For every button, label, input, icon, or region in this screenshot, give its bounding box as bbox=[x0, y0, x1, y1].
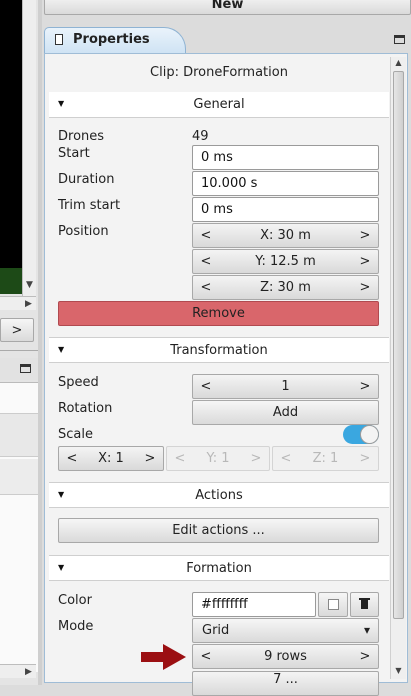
delete-color-button[interactable] bbox=[350, 592, 379, 617]
maximize-icon[interactable] bbox=[394, 35, 405, 44]
scale-y-value: Y: 1 bbox=[206, 451, 230, 466]
drones-value: 49 bbox=[192, 129, 209, 144]
scale-x-stepper[interactable]: < X: 1 > bbox=[58, 446, 164, 471]
general-title: General bbox=[193, 97, 245, 112]
left-panel-divider bbox=[0, 350, 38, 351]
drones-label: Drones bbox=[58, 129, 105, 144]
increment-icon[interactable]: > bbox=[139, 447, 161, 470]
left-dock: ▼ ▶ > ▶ bbox=[0, 0, 38, 685]
decrement-icon: < bbox=[280, 451, 292, 466]
position-x-value: X: 30 m bbox=[260, 228, 311, 243]
scroll-down-icon[interactable]: ▼ bbox=[23, 278, 36, 292]
transformation-section-header[interactable]: ▼ Transformation bbox=[49, 337, 389, 363]
general-section-header[interactable]: ▼ General bbox=[49, 92, 389, 118]
formation-title: Formation bbox=[186, 561, 252, 576]
decrement-icon[interactable]: < bbox=[195, 276, 217, 299]
color-swatch bbox=[328, 599, 339, 610]
position-x-stepper[interactable]: < X: 30 m > bbox=[192, 223, 379, 248]
mode-value: Grid bbox=[202, 623, 230, 638]
scroll-right-icon[interactable]: ▶ bbox=[22, 665, 35, 679]
actions-title: Actions bbox=[195, 488, 243, 503]
panel-vscrollbar[interactable]: ▲ ▼ bbox=[390, 57, 406, 679]
dock-splitter[interactable] bbox=[38, 0, 42, 685]
scale-z-stepper: < Z: 1 > bbox=[272, 446, 379, 471]
trim-start-label: Trim start bbox=[58, 198, 121, 213]
start-input[interactable]: 0 ms bbox=[192, 145, 379, 170]
rotation-add-button[interactable]: Add bbox=[192, 400, 379, 425]
partial-stepper[interactable]: 7 ... bbox=[192, 671, 379, 696]
left-panel-header bbox=[0, 358, 38, 380]
speed-stepper[interactable]: < 1 > bbox=[192, 374, 379, 399]
new-button[interactable]: New bbox=[44, 0, 411, 15]
left-list-row[interactable] bbox=[0, 459, 38, 495]
speed-label: Speed bbox=[58, 375, 99, 390]
mode-dropdown[interactable]: Grid ▾ bbox=[192, 618, 379, 643]
duration-input[interactable]: 10.000 s bbox=[192, 171, 379, 196]
position-y-value: Y: 12.5 m bbox=[255, 254, 316, 269]
mode-label: Mode bbox=[58, 619, 94, 634]
position-label: Position bbox=[58, 224, 109, 239]
decrement-icon[interactable]: < bbox=[195, 645, 217, 668]
properties-tab[interactable]: Properties bbox=[44, 27, 186, 53]
rows-stepper[interactable]: < 9 rows > bbox=[192, 644, 379, 669]
annotation-arrow-icon bbox=[141, 644, 186, 670]
toggle-knob bbox=[360, 425, 379, 444]
left-list-row[interactable] bbox=[0, 413, 38, 457]
scroll-thumb[interactable] bbox=[393, 71, 404, 619]
decrement-icon[interactable]: < bbox=[195, 224, 217, 247]
position-y-stepper[interactable]: < Y: 12.5 m > bbox=[192, 249, 379, 274]
trash-lid bbox=[359, 598, 370, 600]
left-panel-content bbox=[0, 382, 38, 672]
scroll-down-icon[interactable]: ▼ bbox=[391, 665, 406, 677]
increment-icon[interactable]: > bbox=[354, 224, 376, 247]
properties-tab-label: Properties bbox=[73, 32, 150, 47]
decrement-icon[interactable]: < bbox=[61, 447, 83, 470]
trim-start-input[interactable]: 0 ms bbox=[192, 197, 379, 222]
scroll-right-icon[interactable]: ▶ bbox=[22, 297, 35, 311]
increment-icon[interactable]: > bbox=[354, 645, 376, 668]
left-next-button[interactable]: > bbox=[0, 318, 34, 342]
color-label: Color bbox=[58, 593, 92, 608]
left-bottom-scroll[interactable]: ▶ bbox=[0, 664, 36, 678]
color-input[interactable]: #ffffffff bbox=[192, 592, 316, 617]
increment-icon: > bbox=[250, 451, 262, 466]
scroll-up-icon[interactable]: ▲ bbox=[391, 57, 406, 69]
increment-icon[interactable]: > bbox=[354, 250, 376, 273]
transformation-title: Transformation bbox=[170, 343, 268, 358]
viewport-green-strip bbox=[0, 268, 22, 294]
increment-icon: > bbox=[359, 451, 371, 466]
partial-value: 7 ... bbox=[273, 672, 298, 687]
maximize-icon[interactable] bbox=[20, 364, 31, 373]
rotation-label: Rotation bbox=[58, 401, 113, 416]
position-z-stepper[interactable]: < Z: 30 m > bbox=[192, 275, 379, 300]
decrement-icon: < bbox=[174, 451, 186, 466]
speed-value: 1 bbox=[281, 379, 290, 394]
decrement-icon[interactable]: < bbox=[195, 375, 217, 398]
actions-section-header[interactable]: ▼ Actions bbox=[49, 482, 389, 508]
scale-y-stepper: < Y: 1 > bbox=[166, 446, 270, 471]
scale-toggle[interactable] bbox=[343, 425, 379, 444]
start-label: Start bbox=[58, 146, 90, 161]
color-swatch-button[interactable] bbox=[318, 592, 348, 617]
increment-icon[interactable]: > bbox=[354, 375, 376, 398]
formation-section-header[interactable]: ▼ Formation bbox=[49, 555, 389, 581]
document-icon bbox=[55, 34, 63, 45]
viewport-preview bbox=[0, 0, 22, 268]
position-z-value: Z: 30 m bbox=[260, 280, 311, 295]
rows-value: 9 rows bbox=[264, 649, 307, 664]
remove-button[interactable]: Remove bbox=[58, 301, 379, 326]
scale-x-value: X: 1 bbox=[98, 451, 124, 466]
increment-icon[interactable]: > bbox=[354, 276, 376, 299]
decrement-icon[interactable]: < bbox=[195, 250, 217, 273]
trash-icon bbox=[361, 600, 368, 609]
duration-label: Duration bbox=[58, 172, 115, 187]
edit-actions-button[interactable]: Edit actions ... bbox=[58, 518, 379, 543]
chevron-down-icon: ▾ bbox=[363, 623, 370, 637]
left-vscrollbar[interactable]: ▼ bbox=[22, 0, 36, 296]
scale-z-value: Z: 1 bbox=[312, 451, 339, 466]
left-hscrollbar[interactable]: ▶ bbox=[0, 296, 36, 310]
clip-title: Clip: DroneFormation bbox=[150, 65, 288, 80]
scale-label: Scale bbox=[58, 427, 93, 442]
